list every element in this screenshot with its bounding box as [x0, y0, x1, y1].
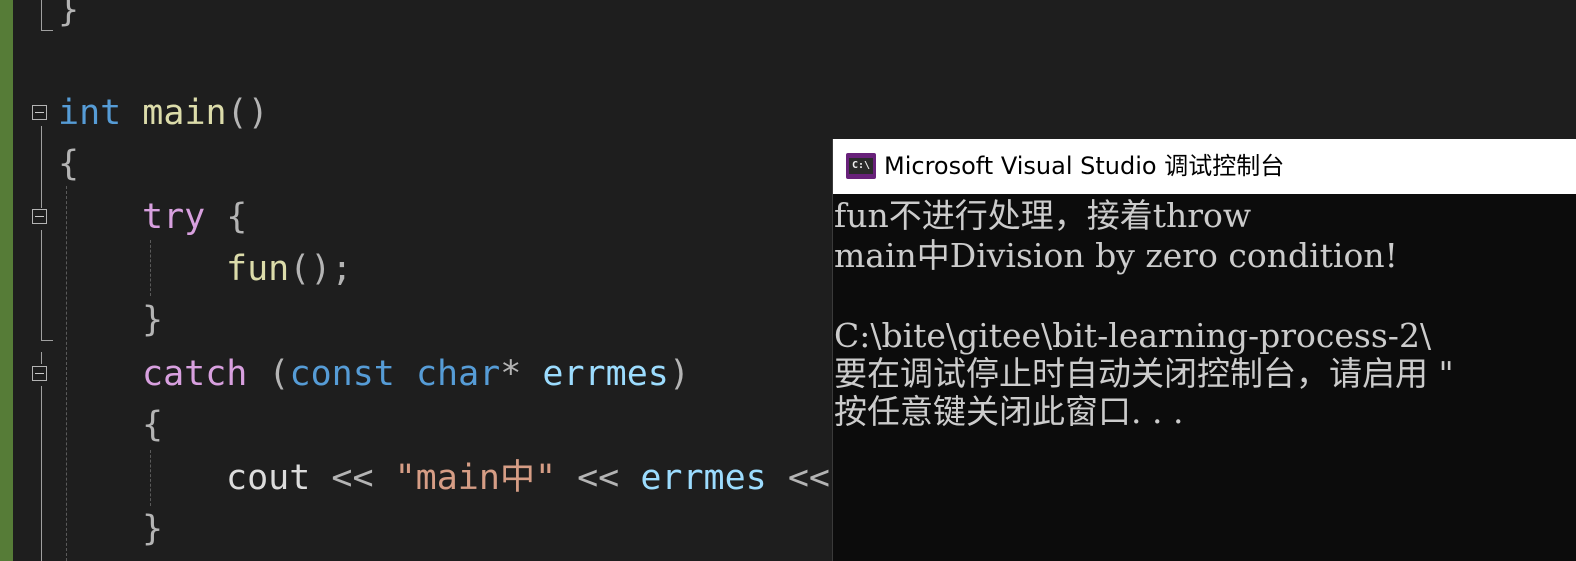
- outline-guide-end: [41, 340, 53, 341]
- console-line: fun不进行处理，接着throw: [834, 196, 1252, 235]
- icon-glyph: C:\: [849, 158, 873, 174]
- closing-brace: }: [142, 509, 164, 549]
- debug-console-window[interactable]: C:\ Microsoft Visual Studio 调试控制台 fun不进行…: [832, 139, 1576, 561]
- punctuation: (): [226, 93, 269, 133]
- outline-guide: [41, 126, 42, 208]
- operator: <<: [556, 458, 641, 498]
- console-line: 按任意键关闭此窗口. . .: [834, 392, 1184, 431]
- outline-guide: [41, 386, 42, 561]
- code-line[interactable]: catch (const char* errmes): [142, 348, 690, 400]
- code-line[interactable]: {: [142, 399, 163, 451]
- opening-brace: {: [58, 144, 80, 184]
- console-line: 要在调试停止时自动关闭控制台，请启用 ": [834, 354, 1454, 393]
- collapse-minus-icon[interactable]: [32, 366, 47, 381]
- outline-guide: [41, 352, 42, 364]
- code-line[interactable]: fun();: [226, 243, 352, 295]
- opening-brace: {: [226, 197, 248, 237]
- code-line[interactable]: int main(): [58, 87, 269, 139]
- function-call-fun: fun: [226, 249, 290, 289]
- keyword-char: char: [415, 354, 501, 394]
- closing-brace: }: [142, 300, 164, 340]
- code-line[interactable]: cout << "main中" << errmes <<: [226, 452, 830, 504]
- console-line: C:\bite\gitee\bit-learning-process-2\: [834, 316, 1432, 355]
- code-line[interactable]: }: [58, 0, 79, 36]
- pointer-star: *: [500, 354, 522, 394]
- punctuation: ): [668, 354, 690, 394]
- outline-guide: [41, 0, 42, 30]
- console-line: main中Division by zero condition!: [834, 236, 1398, 275]
- console-title-bar[interactable]: C:\ Microsoft Visual Studio 调试控制台: [833, 139, 1576, 194]
- console-output[interactable]: fun不进行处理，接着throw main中Division by zero c…: [833, 196, 1576, 561]
- code-line[interactable]: try {: [142, 191, 247, 243]
- keyword-catch: catch: [142, 354, 248, 394]
- glyph-margin: [13, 0, 27, 561]
- vs-debug-console-icon: C:\: [846, 153, 876, 179]
- collapse-minus-icon[interactable]: [32, 105, 47, 120]
- operator: <<: [766, 458, 830, 498]
- punctuation: ();: [289, 249, 353, 289]
- closing-brace: }: [58, 0, 80, 30]
- screen: } int main() { try { fun(); } catch (con…: [0, 0, 1576, 561]
- keyword-const: const: [289, 354, 395, 394]
- indent-guide: [150, 240, 151, 296]
- operator: <<: [310, 458, 395, 498]
- collapse-minus-icon[interactable]: [32, 209, 47, 224]
- function-name-main: main: [142, 93, 227, 133]
- outline-guide: [41, 230, 42, 340]
- keyword-try: try: [142, 197, 206, 237]
- keyword-int: int: [58, 93, 122, 133]
- indent-guide: [150, 450, 151, 506]
- code-line[interactable]: }: [142, 294, 163, 346]
- variable-errmes: errmes: [542, 354, 669, 394]
- outline-guide-end: [41, 30, 53, 31]
- string-literal: "main中": [394, 458, 557, 498]
- punctuation: (: [247, 354, 290, 394]
- console-title: Microsoft Visual Studio 调试控制台: [884, 152, 1285, 180]
- code-line[interactable]: }: [142, 503, 163, 555]
- indent-guide: [66, 186, 67, 561]
- code-line[interactable]: {: [58, 138, 79, 190]
- change-tracking-bar: [0, 0, 13, 561]
- variable-errmes: errmes: [640, 458, 767, 498]
- opening-brace: {: [142, 405, 164, 445]
- identifier-cout: cout: [226, 458, 311, 498]
